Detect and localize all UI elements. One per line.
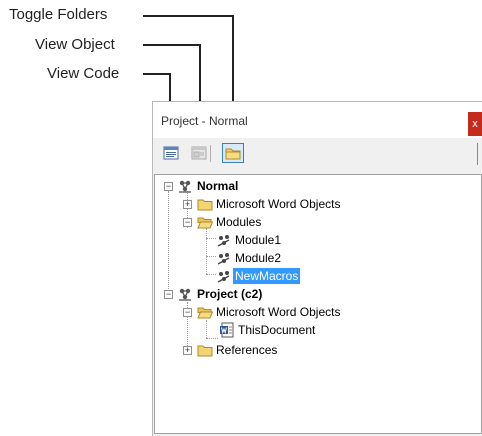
- toolbar-edge: [477, 143, 482, 165]
- tree-label-modules: Modules: [216, 215, 262, 229]
- open-folder-icon: [197, 217, 213, 229]
- tree-item-word-objects-2[interactable]: − Microsoft Word Objects: [155, 304, 455, 320]
- toolbar: [153, 139, 482, 167]
- tree-item-newmacros[interactable]: NewMacros: [155, 268, 455, 284]
- toggle-folders-leader-h: [143, 15, 234, 17]
- view-code-icon: [163, 146, 179, 160]
- tree-label-word-objects: Microsoft Word Objects: [216, 197, 341, 211]
- toggle-folders-icon: [225, 148, 241, 160]
- close-button[interactable]: x: [468, 112, 482, 136]
- tree-item-normal[interactable]: − Normal: [155, 178, 455, 194]
- tree-label-references: References: [216, 343, 278, 357]
- collapse-icon[interactable]: −: [183, 218, 192, 227]
- project-tree[interactable]: − Normal + Microsoft Word Objects − Modu…: [154, 174, 482, 434]
- tree-item-module1[interactable]: Module1: [155, 232, 455, 248]
- view-object-leader-h: [143, 44, 201, 46]
- collapse-icon[interactable]: −: [183, 308, 192, 317]
- tree-label-module2: Module2: [235, 251, 282, 265]
- tree-item-module2[interactable]: Module2: [155, 250, 455, 266]
- title-bar[interactable]: Project - Normal x: [153, 102, 482, 138]
- window-title: Project - Normal: [161, 114, 248, 128]
- toolbar-separator: [210, 145, 211, 162]
- module-icon: [217, 271, 230, 283]
- tree-item-word-objects[interactable]: + Microsoft Word Objects: [155, 196, 455, 212]
- tree-label-newmacros: NewMacros: [233, 268, 301, 284]
- open-folder-icon: [197, 307, 213, 319]
- view-code-button[interactable]: [161, 144, 181, 162]
- view-code-leader-h: [143, 73, 171, 75]
- module-icon: [217, 235, 230, 247]
- vba-project-icon: [179, 288, 191, 301]
- expand-icon[interactable]: +: [183, 346, 192, 355]
- tree-label-project-c2: Project (c2): [197, 287, 263, 301]
- tree-item-modules[interactable]: − Modules: [155, 214, 455, 230]
- view-object-icon: [191, 146, 207, 160]
- expand-icon[interactable]: +: [183, 200, 192, 209]
- view-code-callout: View Code: [47, 65, 120, 82]
- tree-line: [206, 338, 218, 340]
- tree-label-word-objects-2: Microsoft Word Objects: [216, 305, 341, 319]
- tree-label-thisdocument: ThisDocument: [238, 323, 316, 337]
- collapse-icon[interactable]: −: [164, 182, 173, 191]
- folder-icon: [197, 345, 213, 357]
- tree-item-references[interactable]: + References: [155, 342, 455, 358]
- tree-label-normal: Normal: [197, 179, 239, 193]
- view-object-button[interactable]: [189, 144, 209, 162]
- project-explorer-window: Project - Normal x − Normal + Microsoft …: [152, 101, 482, 436]
- toggle-folders-callout: Toggle Folders: [9, 6, 108, 23]
- module-icon: [217, 253, 230, 265]
- view-object-callout: View Object: [35, 36, 115, 53]
- tree-item-project-c2[interactable]: − Project (c2): [155, 286, 455, 302]
- tree-item-thisdocument[interactable]: ThisDocument: [155, 322, 455, 338]
- toggle-folders-button[interactable]: [222, 143, 244, 163]
- collapse-icon[interactable]: −: [164, 290, 173, 299]
- folder-icon: [197, 199, 213, 211]
- vba-project-icon: [179, 180, 191, 193]
- word-document-icon: [220, 322, 234, 338]
- tree-label-module1: Module1: [235, 233, 282, 247]
